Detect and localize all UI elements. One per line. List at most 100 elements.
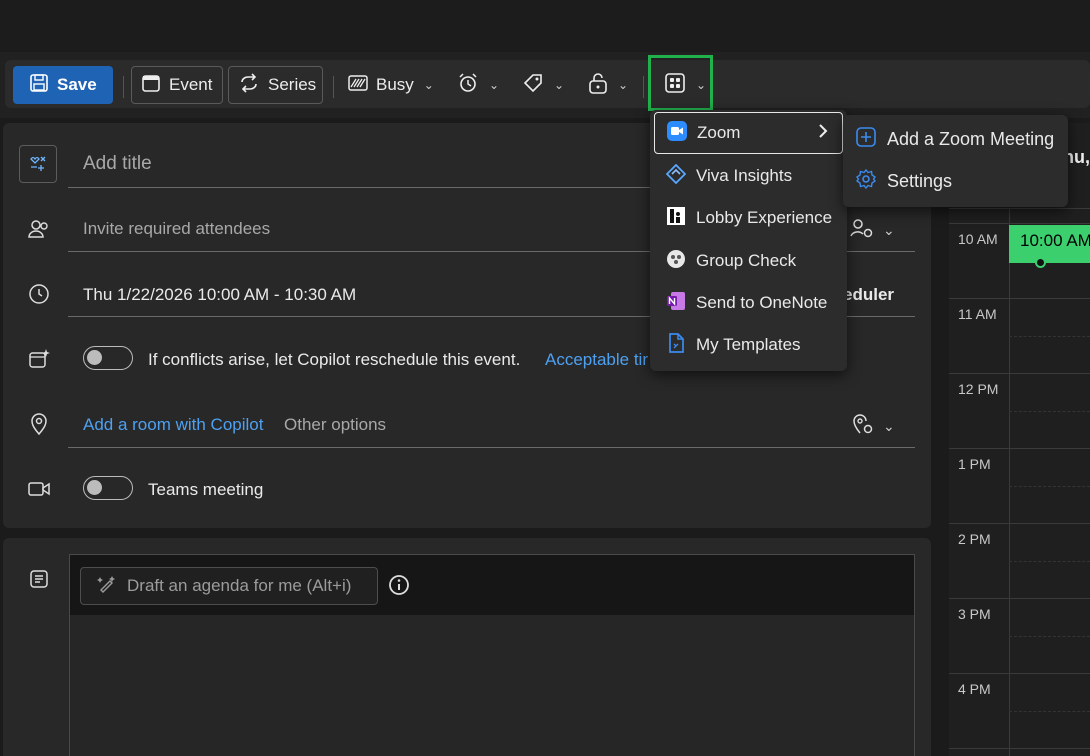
chevron-down-icon: ⌄ (883, 418, 895, 434)
group-check-icon (666, 249, 686, 274)
zoom-icon (667, 120, 687, 146)
add-icon (855, 126, 877, 153)
calendar-hour-line (949, 748, 1090, 749)
event-time-label: 10:00 AM (1020, 231, 1090, 250)
calendar-sparkle-icon (27, 347, 51, 371)
chevron-down-icon: ⌄ (883, 222, 895, 238)
toolbar-divider (333, 76, 334, 98)
window-top-strip (0, 0, 1090, 52)
datetime-field[interactable]: Thu 1/22/2026 10:00 AM - 10:30 AM (83, 285, 356, 305)
chevron-down-icon: ⌄ (423, 78, 434, 92)
series-button[interactable]: Series (228, 66, 323, 104)
hour-label: 4 PM (958, 681, 991, 697)
calendar-hour-line (949, 208, 1090, 209)
toolbar-divider (643, 76, 644, 98)
menu-item-label: Lobby Experience (696, 208, 833, 227)
menu-item-label: Viva Insights (696, 166, 793, 185)
privacy-dropdown[interactable]: ⌄ (579, 66, 637, 104)
teams-meeting-toggle[interactable] (83, 476, 133, 500)
location-settings-icon (851, 413, 875, 440)
attendees-input[interactable]: Invite required attendees (83, 219, 270, 239)
submenu-item-label: Add a Zoom Meeting (887, 128, 1055, 149)
viva-insights-icon (665, 163, 687, 189)
menu-item-my-templates[interactable]: My Templates (654, 324, 843, 366)
hour-label: 1 PM (958, 456, 991, 472)
hour-label: 10 AM (958, 231, 998, 247)
menu-item-lobby-experience[interactable]: Lobby Experience (654, 197, 843, 239)
teams-meeting-label: Teams meeting (148, 480, 264, 499)
series-label: Series (268, 75, 317, 94)
event-body-panel: Draft an agenda for me (Alt+i) (3, 538, 931, 756)
onenote-icon (666, 291, 686, 316)
toolbar: Save Event Series Busy ⌄ ⌄ ⌄ ⌄ ⌄ (0, 52, 1090, 118)
templates-icon (666, 332, 686, 358)
reminder-dropdown[interactable]: ⌄ (448, 66, 504, 104)
chevron-down-icon: ⌄ (618, 78, 629, 92)
clock-icon (27, 282, 51, 306)
category-picker-icon[interactable] (19, 145, 57, 183)
calendar-half-hour-line (1009, 711, 1090, 712)
calendar-day-view: hu, 10 AM 11 AM 12 PM 1 PM 2 PM 3 PM 4 P… (949, 123, 1090, 756)
event-label: Event (169, 75, 213, 94)
people-settings-icon (849, 217, 875, 244)
copilot-reschedule-text: If conflicts arise, let Copilot reschedu… (148, 350, 521, 369)
scheduler-button[interactable]: eduler (843, 285, 894, 305)
editor-toolbar: Draft an agenda for me (Alt+i) (70, 555, 914, 615)
notes-icon (27, 567, 51, 591)
location-options-button[interactable]: ⌄ (851, 413, 895, 440)
unlock-icon (588, 72, 608, 99)
menu-item-label: Group Check (696, 251, 797, 270)
calendar-hour-line (949, 523, 1090, 524)
apps-menu: Zoom Viva Insights Lobby Experience Grou… (650, 110, 847, 371)
chevron-down-icon: ⌄ (489, 78, 500, 92)
draft-agenda-button[interactable]: Draft an agenda for me (Alt+i) (80, 567, 378, 605)
hour-label: 2 PM (958, 531, 991, 547)
lobby-experience-icon (666, 206, 686, 231)
apps-button-highlight (648, 55, 713, 111)
save-button[interactable]: Save (13, 66, 113, 104)
show-as-dropdown[interactable]: Busy ⌄ (339, 66, 439, 104)
info-icon[interactable] (388, 574, 410, 601)
add-zoom-meeting-item[interactable]: Add a Zoom Meeting (855, 119, 1054, 159)
title-input[interactable]: Add title (83, 153, 152, 175)
title-underline (68, 187, 658, 188)
chevron-right-icon (818, 123, 828, 144)
acceptable-times-link[interactable]: Acceptable tir (545, 350, 648, 370)
event-button[interactable]: Event (131, 66, 223, 104)
calendar-hour-line (949, 448, 1090, 449)
event-resize-handle[interactable] (1035, 257, 1046, 268)
calendar-hour-line (949, 673, 1090, 674)
calendar-event-block[interactable]: 10:00 AM (1009, 225, 1090, 263)
tag-icon (522, 72, 544, 99)
calendar-hour-line (949, 373, 1090, 374)
calendar-half-hour-line (1009, 486, 1090, 487)
calendar-hour-line (949, 298, 1090, 299)
video-camera-icon (27, 477, 51, 501)
gear-icon (855, 168, 877, 195)
calendar-hour-line (949, 223, 1090, 224)
alarm-clock-icon (457, 72, 479, 99)
calendar-half-hour-line (1009, 561, 1090, 562)
menu-item-group-check[interactable]: Group Check (654, 240, 843, 282)
body-editor[interactable]: Draft an agenda for me (Alt+i) (69, 554, 915, 756)
toolbar-divider (123, 76, 124, 98)
show-as-label: Busy (376, 75, 414, 94)
menu-item-label: Zoom (697, 123, 741, 142)
menu-item-label: Send to OneNote (696, 293, 828, 312)
copilot-reschedule-toggle[interactable] (83, 346, 133, 370)
menu-item-viva-insights[interactable]: Viva Insights (654, 155, 843, 197)
categorize-dropdown[interactable]: ⌄ (513, 66, 571, 104)
calendar-half-hour-line (1009, 411, 1090, 412)
menu-item-label: My Templates (696, 335, 801, 354)
attendee-options-button[interactable]: ⌄ (849, 217, 895, 244)
other-options-link[interactable]: Other options (284, 415, 386, 435)
hour-label: 3 PM (958, 606, 991, 622)
add-room-copilot-link[interactable]: Add a room with Copilot (83, 415, 263, 435)
menu-item-send-to-onenote[interactable]: Send to OneNote (654, 282, 843, 324)
zoom-settings-item[interactable]: Settings (855, 161, 952, 201)
menu-item-zoom[interactable]: Zoom (654, 112, 843, 154)
calendar-half-hour-line (1009, 336, 1090, 337)
hour-label: 12 PM (958, 381, 999, 397)
submenu-item-label: Settings (887, 170, 953, 191)
calendar-half-hour-line (1009, 636, 1090, 637)
